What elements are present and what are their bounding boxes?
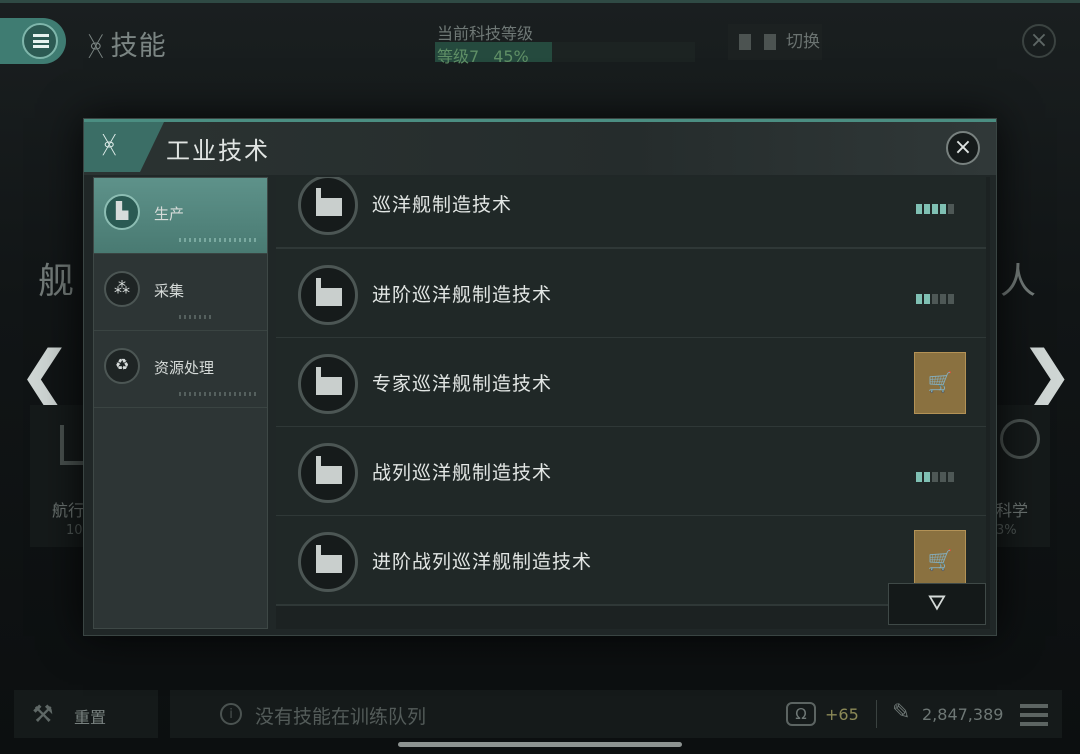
- modal-accent-line: [84, 119, 996, 122]
- factory-icon: [298, 177, 358, 235]
- industry-tech-modal: ᚸ 工业技术 × ▙ 生产 ⁂ 采集 ♻ 资源处理 巡洋舰制造技术 进阶巡洋舰制…: [83, 118, 997, 636]
- factory-icon: [298, 443, 358, 503]
- queue-list-icon[interactable]: [1020, 704, 1048, 726]
- training-queue-bar[interactable]: i 没有技能在训练队列 Ω +65 ✎ 2,847,389: [170, 690, 1062, 738]
- level-pip: [940, 204, 946, 214]
- close-icon[interactable]: ×: [1022, 24, 1056, 58]
- level-pip: [948, 472, 954, 482]
- skill-row[interactable]: 战列巡洋舰制造技术: [276, 427, 986, 517]
- skill-row[interactable]: 进阶巡洋舰制造技术: [276, 249, 986, 339]
- factory-icon: [298, 265, 358, 325]
- carousel-left-title: 舰: [38, 261, 75, 302]
- category-progress-dots: [179, 392, 259, 396]
- modal-icon-box: [84, 122, 164, 172]
- omega-icon: Ω: [786, 702, 816, 726]
- level-pip: [932, 294, 938, 304]
- card-right-name: 科学: [996, 501, 1029, 520]
- skill-name: 专家巡洋舰制造技术: [372, 373, 553, 395]
- skill-points-value: 2,847,389: [922, 705, 1004, 724]
- modal-title: 工业技术: [166, 137, 270, 165]
- planet-icon: [1000, 419, 1040, 459]
- modal-header: ᚸ 工业技术 ×: [84, 119, 996, 175]
- skill-row[interactable]: 专家巡洋舰制造技术 🛒: [276, 338, 986, 428]
- skill-level-indicator: [916, 289, 956, 304]
- home-indicator: [398, 742, 682, 747]
- factory-icon: ▙: [104, 194, 140, 230]
- skill-row[interactable]: 进阶战列巡洋舰制造技术 🛒: [276, 516, 986, 606]
- switch-icon: [739, 34, 751, 50]
- cart-icon[interactable]: 🛒: [914, 352, 966, 414]
- tech-level-label: 当前科技等级: [437, 24, 534, 43]
- category-progress-dots: [179, 315, 211, 319]
- card-left-name: 航行: [52, 501, 85, 520]
- category-label: 资源处理: [154, 359, 215, 377]
- category-sidebar: ▙ 生产 ⁂ 采集 ♻ 资源处理: [93, 177, 268, 629]
- level-pip: [924, 204, 930, 214]
- reset-label: 重置: [74, 708, 107, 727]
- category-label: 采集: [154, 282, 185, 300]
- mining-icon: ⁂: [104, 271, 140, 307]
- level-pip: [924, 472, 930, 482]
- filter-icon[interactable]: ⛛: [888, 583, 986, 625]
- category-progress-dots: [179, 238, 259, 242]
- skill-name: 进阶巡洋舰制造技术: [372, 284, 553, 306]
- chevron-left-icon[interactable]: ❮: [18, 338, 72, 412]
- card-left-percent: 10: [66, 523, 83, 538]
- skill-list[interactable]: 巡洋舰制造技术 进阶巡洋舰制造技术 专家巡洋舰制造技术 🛒 战列巡洋舰制造技术 …: [276, 177, 990, 629]
- level-pip: [932, 204, 938, 214]
- page-title-text: 技能: [110, 31, 167, 62]
- tech-level-percent: 45%: [493, 47, 529, 66]
- divider: [876, 700, 877, 728]
- level-pip: [916, 204, 922, 214]
- menu-button[interactable]: [0, 18, 66, 64]
- level-pip: [948, 204, 954, 214]
- level-pip: [940, 294, 946, 304]
- reset-button[interactable]: ⚒ 重置: [14, 690, 158, 738]
- level-pip: [932, 472, 938, 482]
- switch-label: 切换: [786, 32, 820, 52]
- skill-points-icon: ✎: [892, 700, 911, 725]
- switch-icon-part: [764, 34, 776, 50]
- info-icon: i: [220, 703, 242, 725]
- skill-name: 战列巡洋舰制造技术: [372, 462, 553, 484]
- omega-bonus: +65: [825, 705, 859, 724]
- level-pip: [948, 294, 954, 304]
- category-label: 生产: [154, 205, 185, 223]
- level-pip: [940, 472, 946, 482]
- close-icon[interactable]: ×: [946, 131, 980, 165]
- level-pip: [916, 472, 922, 482]
- tech-level-text: 等级7 45%: [437, 43, 529, 67]
- carousel-right-title: 人: [1000, 261, 1037, 302]
- skill-name: 巡洋舰制造技术: [372, 194, 513, 216]
- reset-icon: ⚒: [32, 700, 54, 728]
- card-right-percent: 3%: [996, 523, 1017, 538]
- switch-button[interactable]: 切换: [728, 24, 822, 60]
- chevron-right-icon[interactable]: ❯: [1020, 338, 1074, 412]
- category-resource-processing[interactable]: ♻ 资源处理: [94, 332, 267, 408]
- factory-icon: [298, 354, 358, 414]
- level-pip: [924, 294, 930, 304]
- skill-level-indicator: [916, 467, 956, 482]
- skill-name: 进阶战列巡洋舰制造技术: [372, 551, 593, 573]
- menu-icon: [33, 34, 49, 48]
- category-production[interactable]: ▙ 生产: [94, 178, 267, 254]
- carousel-card-left[interactable]: 航行 10: [30, 405, 88, 547]
- page-title: ᚸ 技能: [88, 24, 167, 63]
- carousel-card-right[interactable]: 科学 3%: [996, 405, 1050, 547]
- tech-level-value: 等级7: [437, 47, 480, 66]
- skill-level-indicator: [916, 199, 956, 214]
- recycle-icon: ♻: [104, 348, 140, 384]
- dna-icon: ᚸ: [88, 32, 105, 62]
- queue-message: 没有技能在训练队列: [255, 706, 427, 728]
- category-gathering[interactable]: ⁂ 采集: [94, 255, 267, 331]
- dna-icon: ᚸ: [102, 131, 117, 159]
- level-pip: [916, 294, 922, 304]
- skill-row[interactable]: 巡洋舰制造技术: [276, 177, 986, 249]
- top-accent-line: [0, 0, 1080, 3]
- factory-icon: [298, 532, 358, 592]
